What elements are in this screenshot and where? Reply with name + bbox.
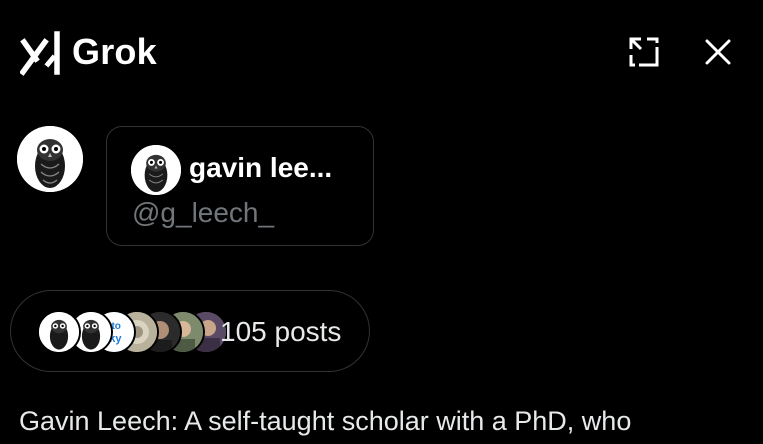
grok-logo-icon xyxy=(20,31,60,76)
brand-name: Grok xyxy=(72,31,157,72)
owl-avatar[interactable] xyxy=(17,126,83,192)
summary-text: Gavin Leech: A self-taught scholar with … xyxy=(19,406,632,436)
user-display-name: gavin lee... xyxy=(189,152,333,183)
expand-icon xyxy=(629,37,659,67)
grok-header: Grok xyxy=(20,24,743,80)
posts-count: 105 posts xyxy=(220,316,342,347)
stack-avatar-1 xyxy=(37,310,81,354)
brand: Grok xyxy=(20,24,157,80)
owl-avatar-icon xyxy=(131,145,181,195)
expand-button[interactable] xyxy=(624,32,664,72)
user-handle: @g_leech_ xyxy=(132,197,275,228)
card-owl-avatar xyxy=(131,145,181,195)
posts-button[interactable]: ed to esky 105 posts xyxy=(10,290,370,372)
owl-avatar-icon xyxy=(39,312,79,352)
close-button[interactable] xyxy=(698,32,738,72)
close-icon xyxy=(705,39,731,65)
owl-avatar-icon xyxy=(17,126,83,192)
user-card[interactable]: gavin lee... @g_leech_ xyxy=(106,126,374,246)
